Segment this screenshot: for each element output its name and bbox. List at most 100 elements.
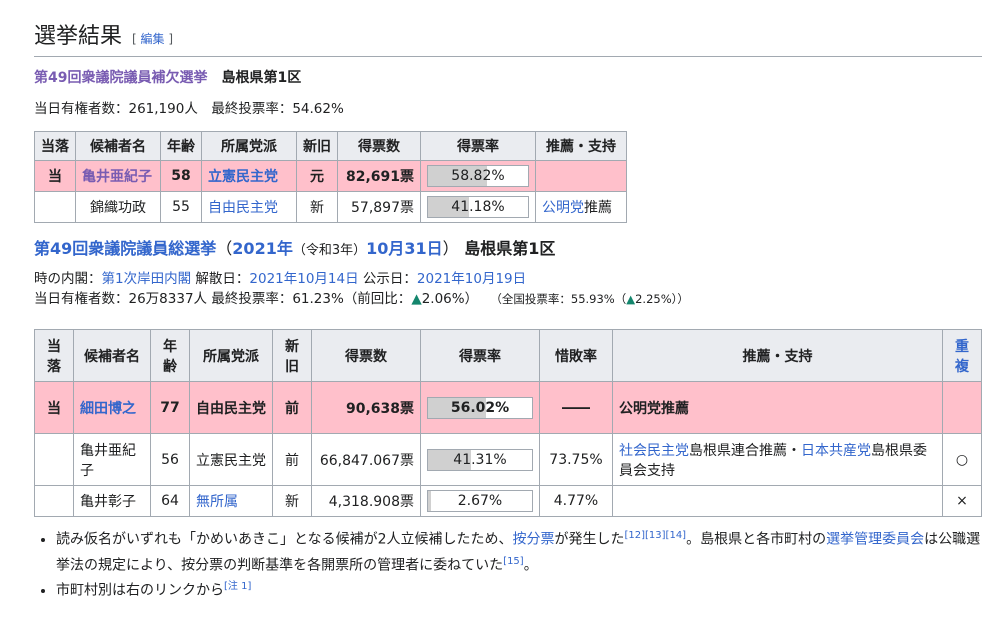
table-row: 当 細田博之 77 自由民主党 前 90,638票 56.02% ―― 公明党推…	[34, 381, 982, 434]
support-link[interactable]: 日本共産党	[801, 443, 871, 459]
age-cell: 56	[150, 433, 190, 486]
party-cell: 立憲民主党	[189, 433, 273, 486]
anbun-link[interactable]: 按分票	[513, 532, 555, 548]
col-rate: 得票率	[420, 131, 536, 161]
page-content: 選挙結果 [ 編集 ] 第49回衆議院議員補欠選挙 島根県第1区 当日有権者数：26…	[0, 0, 1007, 602]
duplicate-cell	[942, 381, 982, 434]
col-votes: 得票数	[337, 131, 421, 161]
col-result: 当落	[34, 329, 74, 382]
support-text: 推薦	[584, 200, 612, 216]
status-cell: 元	[296, 160, 338, 192]
col-status: 新旧	[272, 329, 312, 382]
section-heading: 選挙結果 [ 編集 ]	[34, 0, 982, 57]
general-election-link[interactable]: 第49回衆議院議員総選挙	[34, 239, 216, 258]
result-cell	[34, 433, 74, 486]
cabinet-link[interactable]: 第1次岸田内閣	[102, 271, 192, 287]
age-cell: 58	[160, 160, 202, 192]
support-cell: 公明党推薦	[535, 191, 627, 223]
announce-link[interactable]: 2021年10月19日	[417, 271, 526, 287]
date-link[interactable]: 10月31日	[366, 239, 443, 258]
general-election-table: 当落 候補者名 年齢 所属党派 新旧 得票数 得票率 惜敗率 推薦・支持 重複 …	[34, 329, 982, 517]
general-dates: 時の内閣：第1次岸田内閣 解散日：2021年10月14日 公示日：2021年10…	[34, 269, 983, 289]
party-link[interactable]: 自由民主党	[208, 200, 278, 216]
name-cell: 亀井亜紀子	[73, 433, 151, 486]
name-cell: 錦織功政	[75, 191, 161, 223]
party-cell: 立憲民主党	[201, 160, 297, 192]
edit-bracket-open: [	[132, 32, 137, 46]
era-text: （令和3年）	[292, 243, 367, 258]
note-text: 。島根県と各市町村の	[686, 531, 827, 548]
age-cell: 77	[150, 381, 190, 434]
name-cell: 細田博之	[73, 381, 151, 434]
table-row: 亀井亜紀子 56 立憲民主党 前 66,847.067票 41.31% 73.7…	[34, 433, 982, 486]
footnote-link[interactable]: [注 1]	[224, 581, 251, 592]
reference-link[interactable]: [12][13][14]	[625, 530, 687, 541]
name-cell: 亀井彰子	[73, 485, 151, 517]
col-loss-rate: 惜敗率	[539, 329, 613, 382]
note-text: 市町村別は右のリンクから	[56, 582, 224, 599]
general-stats: 当日有権者数：26万8337人 最終投票率：61.23%（前回比：▲2.06%）…	[34, 289, 983, 309]
rate-cell: 41.18%	[420, 191, 536, 223]
votes-cell: 66,847.067票	[311, 433, 421, 486]
col-rate: 得票率	[420, 329, 540, 382]
party-link[interactable]: 無所属	[196, 494, 238, 510]
rate-cell: 41.31%	[420, 433, 540, 486]
candidate-link[interactable]: 細田博之	[80, 401, 136, 417]
note-text: が発生した	[554, 531, 625, 548]
national-rate: （全国投票率：55.93%（▲2.25%））	[490, 292, 689, 306]
status-cell: 新	[272, 485, 312, 517]
up-arrow-icon: ▲	[626, 292, 636, 306]
loss-rate-cell: 4.77%	[539, 485, 613, 517]
rate-cell: 58.82%	[420, 160, 536, 192]
dissolution-link[interactable]: 2021年10月14日	[249, 271, 358, 287]
by-election-heading: 第49回衆議院議員補欠選挙 島根県第1区	[34, 67, 983, 87]
table-header-row: 当落 候補者名 年齢 所属党派 新旧 得票数 得票率 推薦・支持	[34, 131, 627, 161]
rate-bar: 58.82%	[427, 165, 529, 187]
party-link[interactable]: 立憲民主党	[208, 169, 278, 185]
election-commission-link[interactable]: 選挙管理委員会	[826, 532, 924, 548]
by-election-table: 当落 候補者名 年齢 所属党派 新旧 得票数 得票率 推薦・支持 当 亀井亜紀子…	[34, 131, 627, 223]
result-cell: 当	[34, 381, 74, 434]
col-support: 推薦・支持	[535, 131, 627, 161]
cabinet-label: 時の内閣：	[34, 271, 102, 287]
result-cell	[34, 191, 76, 223]
result-cell	[34, 485, 74, 517]
reference-link[interactable]: [15]	[503, 556, 524, 567]
party-cell: 無所属	[189, 485, 273, 517]
year-link[interactable]: 2021年	[232, 239, 293, 258]
support-link[interactable]: 公明党	[542, 200, 584, 216]
loss-rate-cell: 73.75%	[539, 433, 613, 486]
party-cell: 自由民主党	[201, 191, 297, 223]
dissolution-label: 解散日：	[191, 271, 250, 287]
edit-link[interactable]: 編集	[141, 32, 165, 46]
col-party: 所属党派	[189, 329, 273, 382]
candidate-link[interactable]: 亀井亜紀子	[82, 169, 152, 185]
announce-label: 公示日：	[358, 271, 417, 287]
rate-bar: 56.02%	[427, 396, 533, 419]
duplicate-link[interactable]: 重複	[955, 339, 969, 375]
col-age: 年齢	[150, 329, 190, 382]
age-cell: 55	[160, 191, 202, 223]
rate-cell: 2.67%	[420, 485, 540, 517]
support-cell	[612, 485, 943, 517]
status-cell: 前	[272, 433, 312, 486]
rate-label: 41.18%	[451, 199, 505, 215]
name-cell: 亀井亜紀子	[75, 160, 161, 192]
stats-close: ）	[464, 291, 479, 307]
col-duplicate: 重複	[942, 329, 982, 382]
stats-text: 当日有権者数：26万8337人 最終投票率：61.23%（前回比：	[34, 291, 412, 307]
duplicate-cell: ×	[942, 485, 982, 517]
rate-cell: 56.02%	[420, 381, 540, 434]
support-link[interactable]: 社会民主党	[619, 443, 689, 459]
col-result: 当落	[34, 131, 76, 161]
change-value: 2.06%	[421, 291, 465, 307]
general-district: 島根県第1区	[464, 239, 556, 258]
note-text: 読み仮名がいずれも「かめいあきこ」となる候補が2人立候補したため、	[56, 531, 513, 548]
paren-open: （	[216, 239, 233, 258]
result-cell: 当	[34, 160, 76, 192]
support-text: 島根県連合推薦・	[689, 442, 801, 459]
party-cell: 自由民主党	[189, 381, 273, 434]
by-election-link[interactable]: 第49回衆議院議員補欠選挙	[34, 70, 207, 86]
national-close: ））	[671, 292, 689, 306]
edit-section: [ 編集 ]	[132, 32, 173, 46]
